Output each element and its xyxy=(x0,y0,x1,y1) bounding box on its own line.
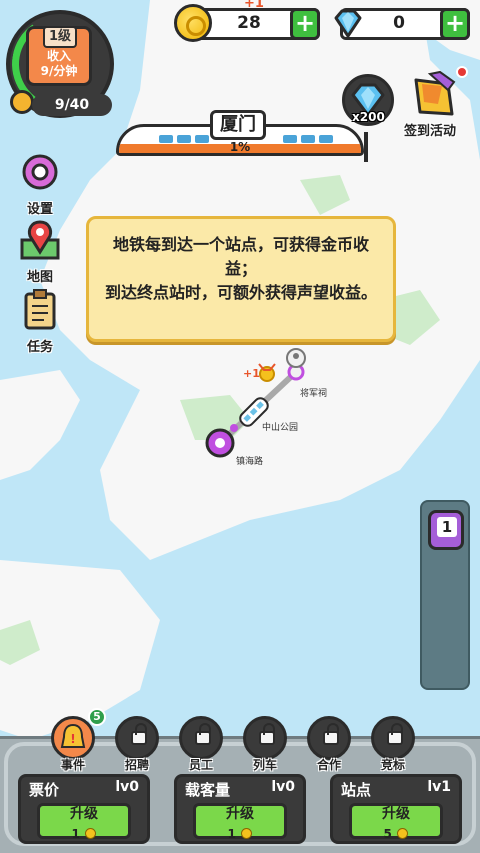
tasks-label: 任务 xyxy=(26,340,53,355)
notification-dot xyxy=(456,66,468,78)
feature-events[interactable]: ! 事件 xyxy=(50,716,96,772)
station-dot-zhongshan[interactable] xyxy=(230,424,238,432)
banner-connector xyxy=(364,132,368,162)
tooltip-line-2: 到达终点站时，可额外获得声望收益。 xyxy=(105,283,378,302)
upgrade-name: 载客量 xyxy=(185,781,231,799)
level-income-label: 收入 xyxy=(46,49,71,63)
train-window xyxy=(159,135,173,143)
svg-text:!: ! xyxy=(70,732,75,746)
station-label-zhongshan: 中山公园 xyxy=(262,423,299,433)
add-coins-button[interactable]: + xyxy=(290,8,320,40)
station-label-zhenhailu: 镇海路 xyxy=(236,457,264,467)
bell-icon: ! xyxy=(51,716,95,760)
coin-icon xyxy=(174,4,212,42)
level-title: 1级 xyxy=(43,26,77,48)
checkin-button[interactable] xyxy=(408,70,464,120)
tooltip-line-1: 地铁每到达一个站点，可获得金币收益； xyxy=(112,235,369,278)
feature-cooperation[interactable]: 合作 xyxy=(306,716,352,772)
train-window xyxy=(177,135,191,143)
checkin-label: 签到活动 xyxy=(404,124,457,139)
feature-label: 列车 xyxy=(252,758,277,772)
medal-icon xyxy=(10,90,34,114)
upgrade-name: 票价 xyxy=(29,781,60,799)
level-income-rate: 9/分钟 xyxy=(40,64,78,78)
coin-value: 28 xyxy=(237,13,261,33)
lock-icon xyxy=(259,723,275,745)
upgrade-level: lv1 xyxy=(427,779,451,795)
upgrade-level: lv0 xyxy=(115,779,139,795)
events-count-badge: 5 xyxy=(88,708,106,726)
lock-icon xyxy=(195,723,211,745)
map-coin-icon xyxy=(258,363,276,382)
upgrade-button[interactable]: 升级 1 xyxy=(193,803,287,841)
gavel-icon xyxy=(371,716,415,760)
clipboard-icon xyxy=(24,289,56,330)
map-label: 地图 xyxy=(26,270,53,285)
map-coin-reward: +1 xyxy=(243,367,260,380)
coin-delta: +1 xyxy=(244,0,264,11)
upgrade-cost: 1 xyxy=(71,827,80,841)
lock-icon xyxy=(131,723,147,745)
level-panel[interactable]: 1级 收入 9/分钟 xyxy=(26,26,92,86)
recruit-icon xyxy=(115,716,159,760)
train-window xyxy=(301,135,315,143)
city-progress: 1% xyxy=(229,140,251,154)
upgrade-cost: 5 xyxy=(383,827,392,841)
feature-recruit[interactable]: 招聘 xyxy=(114,716,160,772)
feature-label: 员工 xyxy=(188,758,213,772)
passenger-icon xyxy=(286,348,306,368)
gem-value: 0 xyxy=(393,13,405,33)
gem-icon xyxy=(334,9,362,38)
upgrade-cost: 1 xyxy=(227,827,236,841)
line-badge[interactable]: 1 xyxy=(428,510,464,550)
feature-label: 合作 xyxy=(316,758,341,772)
map-pin-icon xyxy=(20,220,60,260)
train-window xyxy=(283,135,297,143)
coin-icon xyxy=(397,828,409,839)
feature-bidding[interactable]: 竞标 xyxy=(370,716,416,772)
upgrade-card-ticket-price: 票价 lv0 升级 1 xyxy=(18,774,150,844)
coin-icon xyxy=(85,828,97,839)
upgrade-card-capacity: 载客量 lv0 升级 1 xyxy=(174,774,306,844)
feature-label: 竞标 xyxy=(380,758,405,772)
lock-icon xyxy=(323,723,339,745)
map-button[interactable]: 地图 xyxy=(12,218,68,285)
feature-label: 招聘 xyxy=(124,758,149,772)
feature-staff[interactable]: 员工 xyxy=(178,716,224,772)
level-progress: 9/40 xyxy=(32,94,112,116)
feature-label: 事件 xyxy=(60,758,85,772)
upgrade-button-label: 升级 xyxy=(226,806,254,822)
upgrade-button-label: 升级 xyxy=(382,806,410,822)
upgrade-name: 站点 xyxy=(341,781,372,799)
upgrade-card-stations: 站点 lv1 升级 5 xyxy=(330,774,462,844)
lock-icon xyxy=(387,723,403,745)
settings-button[interactable]: 设置 xyxy=(12,150,68,217)
staff-icon xyxy=(179,716,223,760)
gear-icon xyxy=(22,154,58,190)
settings-label: 设置 xyxy=(26,202,53,217)
upgrade-button-label: 升级 xyxy=(70,806,98,822)
upgrade-button[interactable]: 升级 1 xyxy=(37,803,131,841)
station-dot-zhenhailu-center xyxy=(215,438,225,448)
train-icon xyxy=(243,716,287,760)
upgrade-level: lv0 xyxy=(271,779,295,795)
add-gems-button[interactable]: + xyxy=(440,8,470,40)
train-window xyxy=(319,135,333,143)
line-number: 1 xyxy=(437,517,457,537)
feature-trains[interactable]: 列车 xyxy=(242,716,288,772)
gem-reward-amount: x200 xyxy=(352,110,385,124)
handshake-icon xyxy=(307,716,351,760)
tasks-button[interactable]: 任务 xyxy=(12,288,68,355)
tutorial-tooltip[interactable]: 地铁每到达一个站点，可获得金币收益； 到达终点站时，可额外获得声望收益。 xyxy=(86,216,396,342)
station-label-jiangjunci: 将军祠 xyxy=(300,389,328,399)
train-window xyxy=(195,135,209,143)
coin-icon xyxy=(241,828,253,839)
city-name: 厦门 xyxy=(210,110,266,140)
upgrade-button[interactable]: 升级 5 xyxy=(349,803,443,841)
